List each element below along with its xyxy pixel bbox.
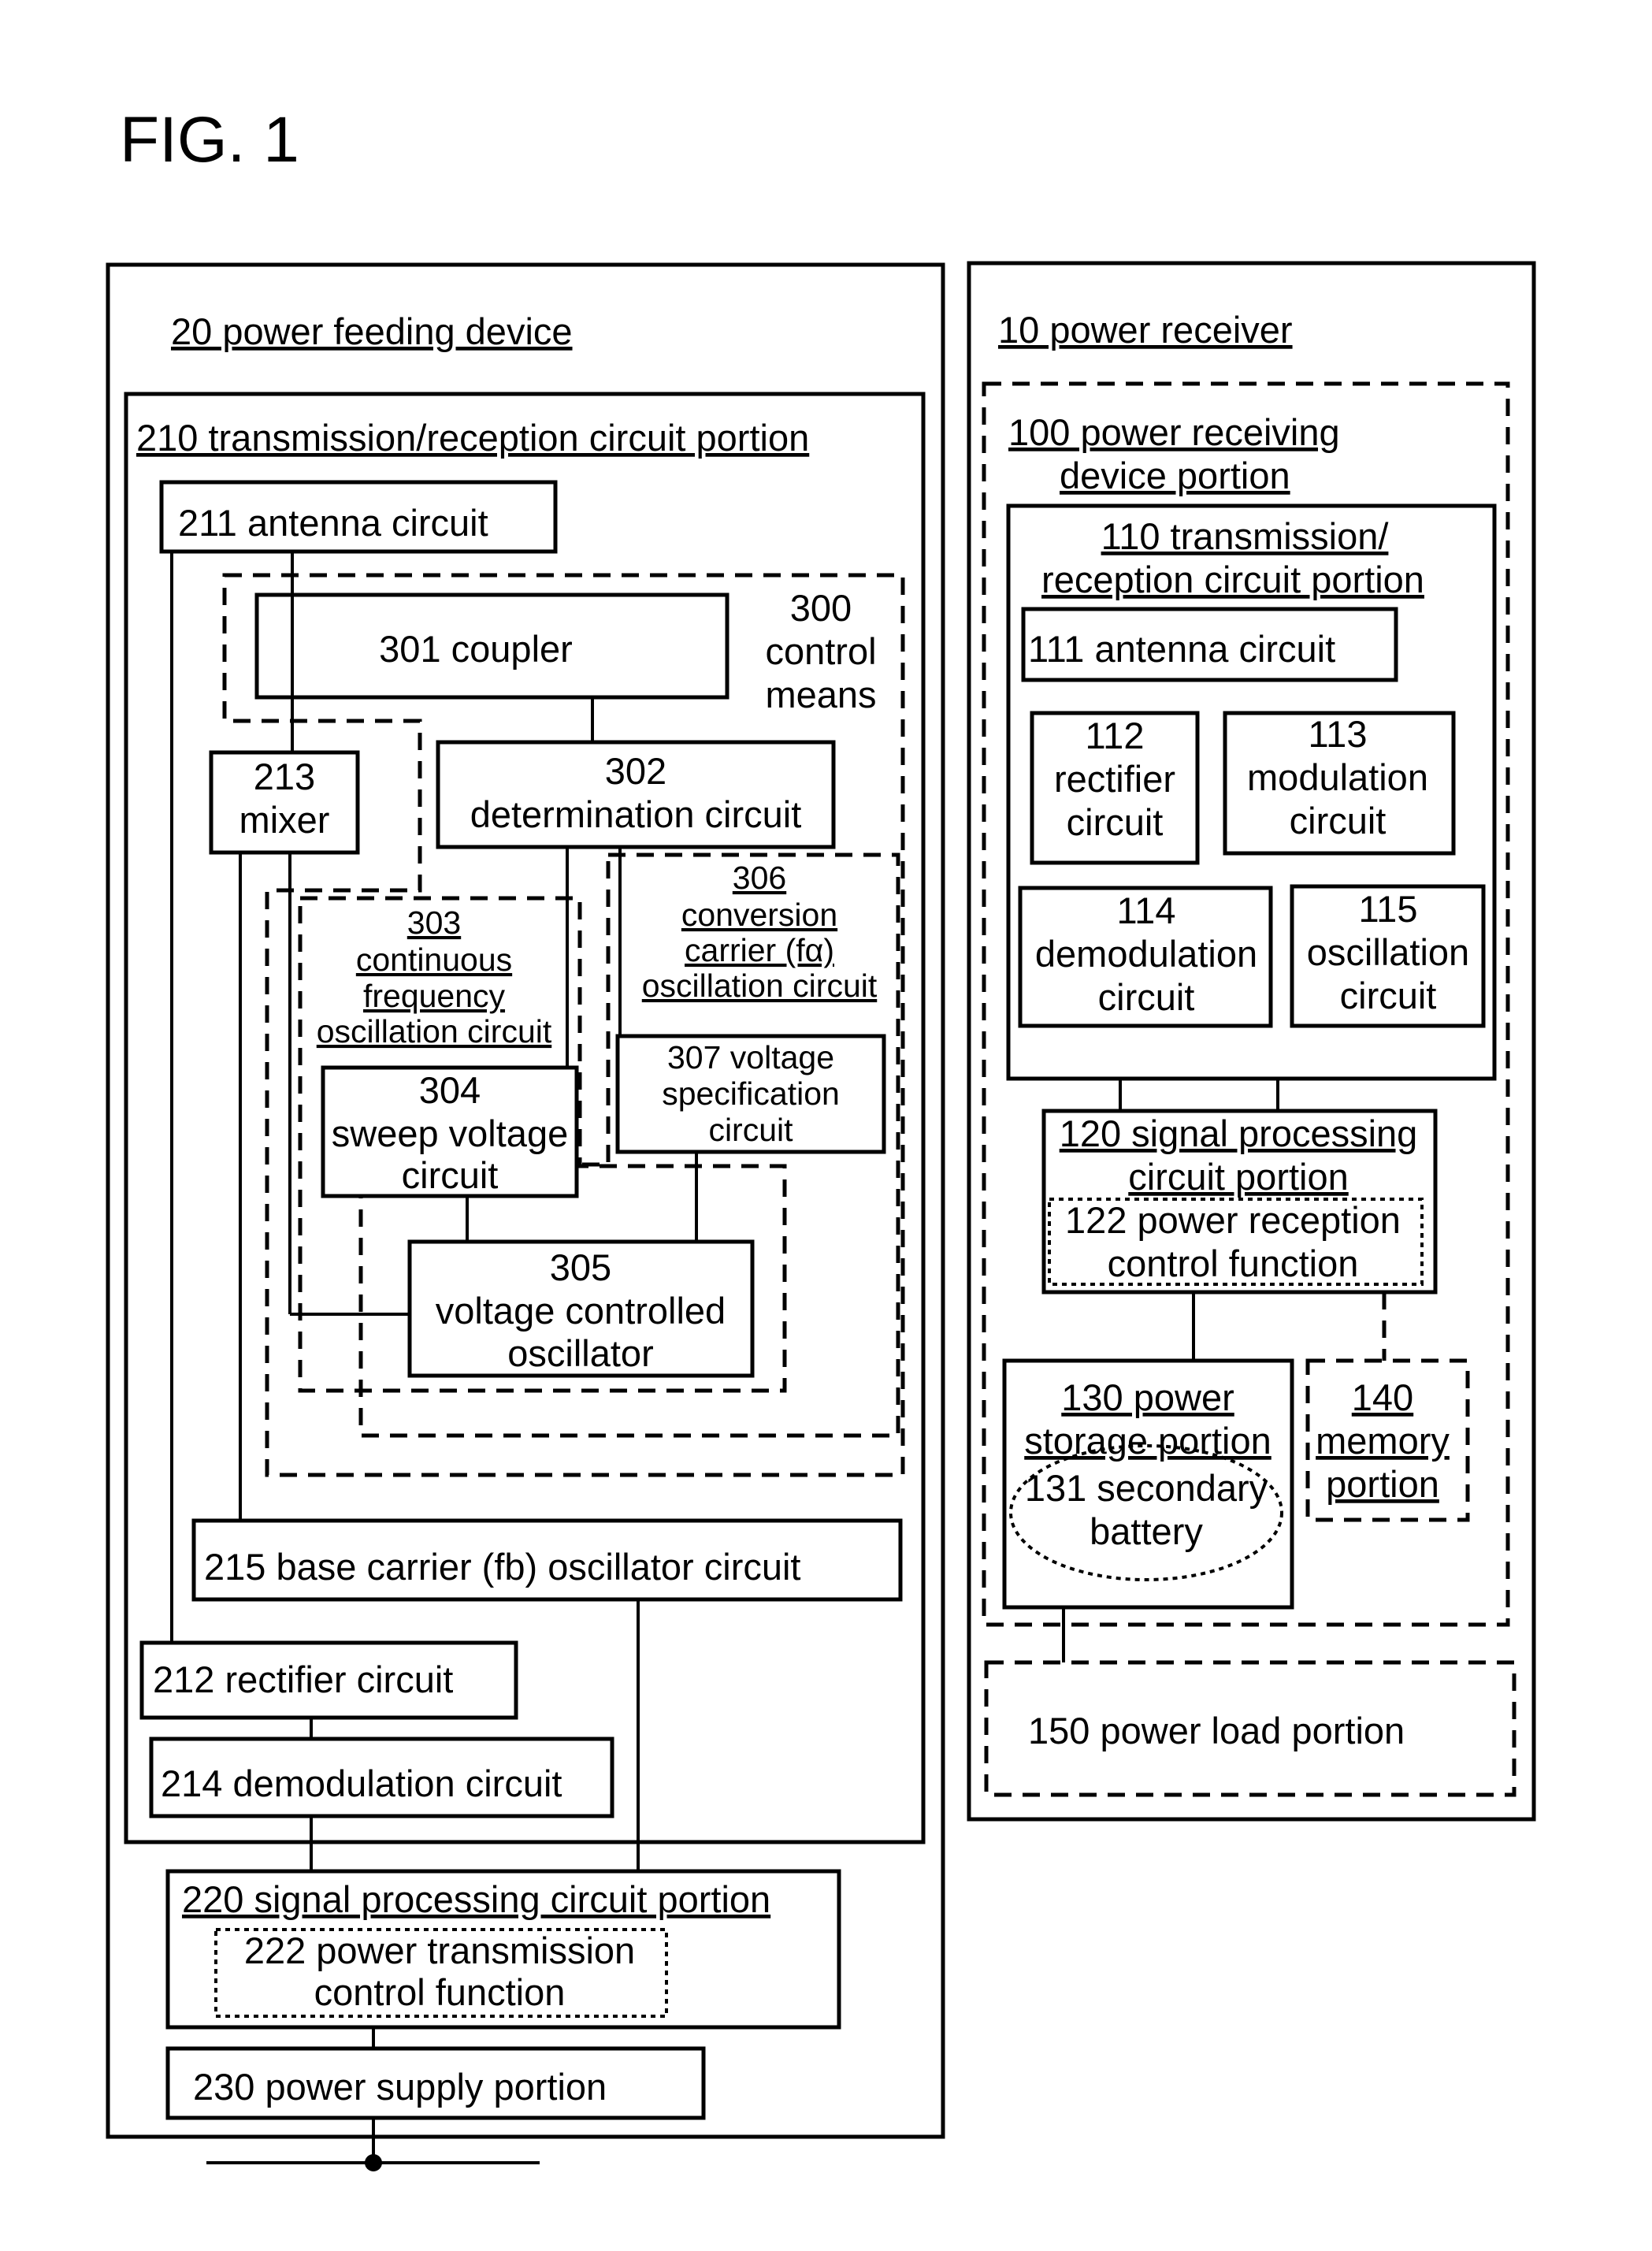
block-diagram: FIG. 1 20 power feeding device 210 trans… xyxy=(106,104,1536,2171)
vco-label-2: voltage controlled xyxy=(436,1290,726,1332)
continuous-osc-label-2: continuous xyxy=(356,942,512,978)
coupler-label: 301 coupler xyxy=(379,628,573,670)
control-means-label-3: means xyxy=(765,674,876,715)
receiver-osc-label-1: 115 xyxy=(1359,888,1418,930)
figure-title: FIG. 1 xyxy=(120,104,299,176)
tx-control-label-1: 222 power transmission xyxy=(244,1930,635,1971)
receiving-label-1: 100 power receiving xyxy=(1008,411,1340,453)
receiver-rectifier-label-3: circuit xyxy=(1067,801,1164,843)
receiver-signal-label-2: circuit portion xyxy=(1128,1156,1349,1198)
battery-label-2: battery xyxy=(1090,1510,1203,1552)
conversion-label-1: 306 xyxy=(733,860,786,896)
base-carrier-label: 215 base carrier (fb) oscillator circuit xyxy=(204,1546,801,1588)
receiver-rectifier-label-2: rectifier xyxy=(1054,758,1175,800)
feeding-signal-label: 220 signal processing circuit portion xyxy=(182,1878,770,1920)
conversion-label-2: conversion xyxy=(681,897,837,933)
memory-label-2: memory xyxy=(1316,1420,1450,1462)
storage-label-2: storage portion xyxy=(1024,1420,1271,1462)
receiver-trx-label-1: 110 transmission/ xyxy=(1101,515,1390,557)
sweep-label-2: sweep voltage xyxy=(332,1112,568,1154)
modulation-label-3: circuit xyxy=(1290,800,1387,841)
control-means-label-1: 300 xyxy=(790,587,852,629)
modulation-label-2: modulation xyxy=(1247,756,1428,798)
feeding-trx-portion-label: 210 transmission/reception circuit porti… xyxy=(136,417,809,459)
receiver-antenna-label: 111 antenna circuit xyxy=(1028,628,1335,670)
continuous-osc-label-1: 303 xyxy=(407,904,461,941)
battery-label-1: 131 secondary xyxy=(1025,1467,1268,1509)
rx-control-label-2: control function xyxy=(1108,1243,1359,1284)
voltage-spec-label-1: 307 voltage xyxy=(667,1039,834,1075)
receiver-rectifier-label-1: 112 xyxy=(1086,715,1145,756)
voltage-spec-label-3: circuit xyxy=(708,1112,793,1148)
continuous-osc-label-3: frequency xyxy=(363,978,506,1014)
junction-dot xyxy=(365,2154,382,2171)
vco-label-1: 305 xyxy=(550,1246,611,1288)
conversion-label-3: carrier (fα) xyxy=(685,932,834,968)
receiver-demod-label-3: circuit xyxy=(1098,976,1195,1018)
determination-label-2: determination circuit xyxy=(470,793,802,835)
determination-label-1: 302 xyxy=(605,750,666,792)
memory-label-3: portion xyxy=(1326,1463,1439,1505)
receiver-demod-label-1: 114 xyxy=(1117,890,1176,931)
power-load-label: 150 power load portion xyxy=(1028,1710,1405,1751)
control-means-label-2: control xyxy=(765,630,876,672)
receiving-label-2: device portion xyxy=(1060,455,1290,496)
power-supply-label: 230 power supply portion xyxy=(193,2066,607,2108)
conversion-label-4: oscillation circuit xyxy=(642,968,878,1004)
sweep-label-3: circuit xyxy=(402,1154,499,1196)
feeding-rectifier-label: 212 rectifier circuit xyxy=(153,1659,453,1700)
sweep-label-1: 304 xyxy=(419,1069,481,1111)
receiver-osc-label-2: oscillation xyxy=(1307,931,1469,973)
storage-label-1: 130 power xyxy=(1061,1376,1234,1418)
receiver-demod-label-2: demodulation xyxy=(1035,933,1257,975)
rx-control-label-1: 122 power reception xyxy=(1065,1199,1401,1241)
mixer-label-2: mixer xyxy=(239,799,330,841)
modulation-label-1: 113 xyxy=(1309,713,1368,755)
vco-label-3: oscillator xyxy=(507,1332,653,1374)
voltage-spec-label-2: specification xyxy=(662,1075,840,1112)
feeding-antenna-label: 211 antenna circuit xyxy=(178,502,488,544)
mixer-label-1: 213 xyxy=(254,756,315,797)
receiver-trx-label-2: reception circuit portion xyxy=(1041,559,1424,600)
receiver-signal-label-1: 120 signal processing xyxy=(1060,1112,1418,1154)
tx-control-label-2: control function xyxy=(314,1971,566,2013)
memory-label-1: 140 xyxy=(1352,1376,1413,1418)
receiver-osc-label-3: circuit xyxy=(1340,975,1437,1016)
continuous-osc-label-4: oscillation circuit xyxy=(317,1013,552,1049)
power-receiver-label: 10 power receiver xyxy=(998,309,1293,351)
feeding-demodulation-label: 214 demodulation circuit xyxy=(161,1763,562,1804)
power-feeding-device-label: 20 power feeding device xyxy=(171,310,573,352)
